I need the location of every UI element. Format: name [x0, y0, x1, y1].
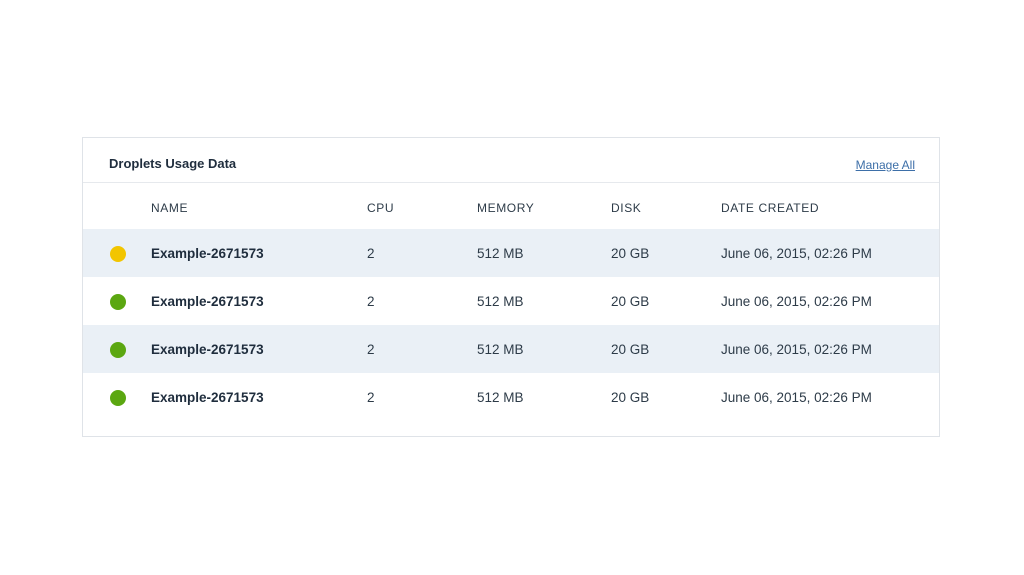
droplet-name[interactable]: Example-2671573 — [151, 246, 264, 261]
card-header: Droplets Usage Data Manage All — [83, 138, 939, 183]
droplet-cpu: 2 — [367, 294, 375, 309]
droplet-date-created: June 06, 2015, 02:26 PM — [721, 246, 872, 261]
droplet-memory: 512 MB — [477, 390, 524, 405]
droplet-cpu: 2 — [367, 342, 375, 357]
droplet-disk: 20 GB — [611, 294, 650, 309]
table-row[interactable]: Example-2671573 2 512 MB 20 GB June 06, … — [83, 229, 939, 277]
card-title: Droplets Usage Data — [109, 156, 237, 171]
column-header-disk[interactable]: DISK — [611, 201, 641, 215]
status-dot-icon — [110, 390, 126, 406]
droplet-date-created: June 06, 2015, 02:26 PM — [721, 294, 872, 309]
droplet-date-created: June 06, 2015, 02:26 PM — [721, 342, 872, 357]
table-row[interactable]: Example-2671573 2 512 MB 20 GB June 06, … — [83, 373, 939, 421]
column-header-date-created[interactable]: DATE CREATED — [721, 201, 819, 215]
droplet-disk: 20 GB — [611, 342, 650, 357]
droplet-name[interactable]: Example-2671573 — [151, 390, 264, 405]
status-dot-icon — [110, 246, 126, 262]
droplet-cpu: 2 — [367, 246, 375, 261]
column-header-memory[interactable]: MEMORY — [477, 201, 534, 215]
droplet-memory: 512 MB — [477, 294, 524, 309]
droplet-memory: 512 MB — [477, 246, 524, 261]
table-row[interactable]: Example-2671573 2 512 MB 20 GB June 06, … — [83, 325, 939, 373]
status-dot-icon — [110, 294, 126, 310]
droplet-name[interactable]: Example-2671573 — [151, 294, 264, 309]
table-body: Example-2671573 2 512 MB 20 GB June 06, … — [83, 229, 939, 421]
table-header-row: NAME CPU MEMORY DISK DATE CREATED — [83, 183, 939, 229]
droplet-disk: 20 GB — [611, 246, 650, 261]
droplets-usage-card: Droplets Usage Data Manage All NAME CPU … — [82, 137, 940, 437]
droplet-disk: 20 GB — [611, 390, 650, 405]
manage-all-link[interactable]: Manage All — [856, 158, 915, 172]
column-header-name[interactable]: NAME — [151, 201, 188, 215]
droplet-cpu: 2 — [367, 390, 375, 405]
table-row[interactable]: Example-2671573 2 512 MB 20 GB June 06, … — [83, 277, 939, 325]
droplet-name[interactable]: Example-2671573 — [151, 342, 264, 357]
droplet-date-created: June 06, 2015, 02:26 PM — [721, 390, 872, 405]
droplet-memory: 512 MB — [477, 342, 524, 357]
column-header-cpu[interactable]: CPU — [367, 201, 394, 215]
status-dot-icon — [110, 342, 126, 358]
